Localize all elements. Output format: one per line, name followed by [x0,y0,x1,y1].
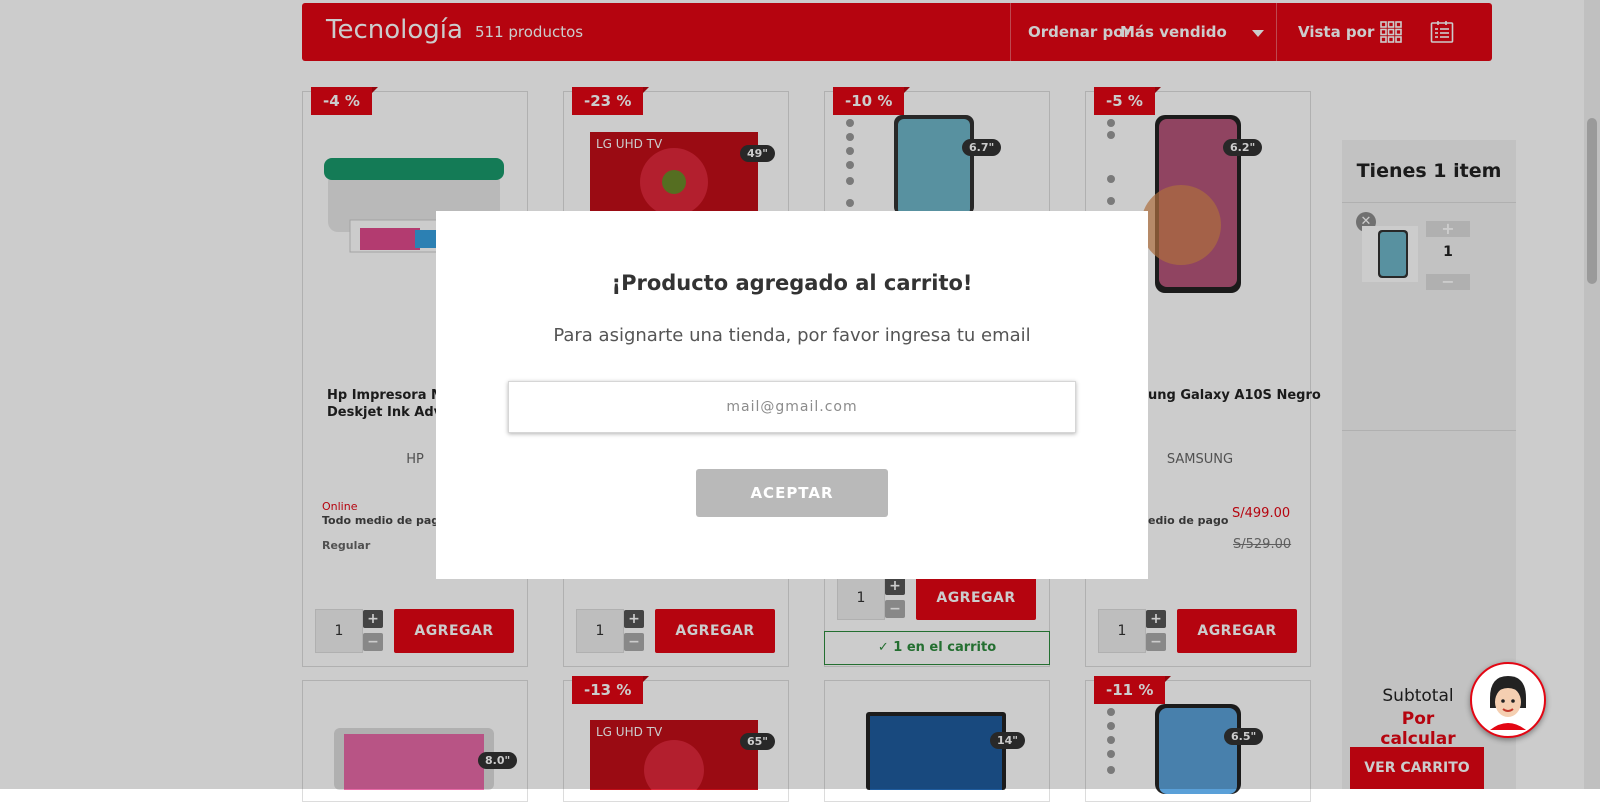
modal-title: ¡Producto agregado al carrito! [611,271,973,295]
assistant-face-icon [1474,666,1542,734]
added-to-cart-modal: ¡Producto agregado al carrito! Para asig… [436,211,1148,579]
email-input[interactable] [508,381,1076,433]
modal-subtitle: Para asignarte una tienda, por favor ing… [553,325,1031,346]
accept-button[interactable]: ACEPTAR [696,469,888,517]
chat-assistant-avatar[interactable] [1470,662,1546,738]
